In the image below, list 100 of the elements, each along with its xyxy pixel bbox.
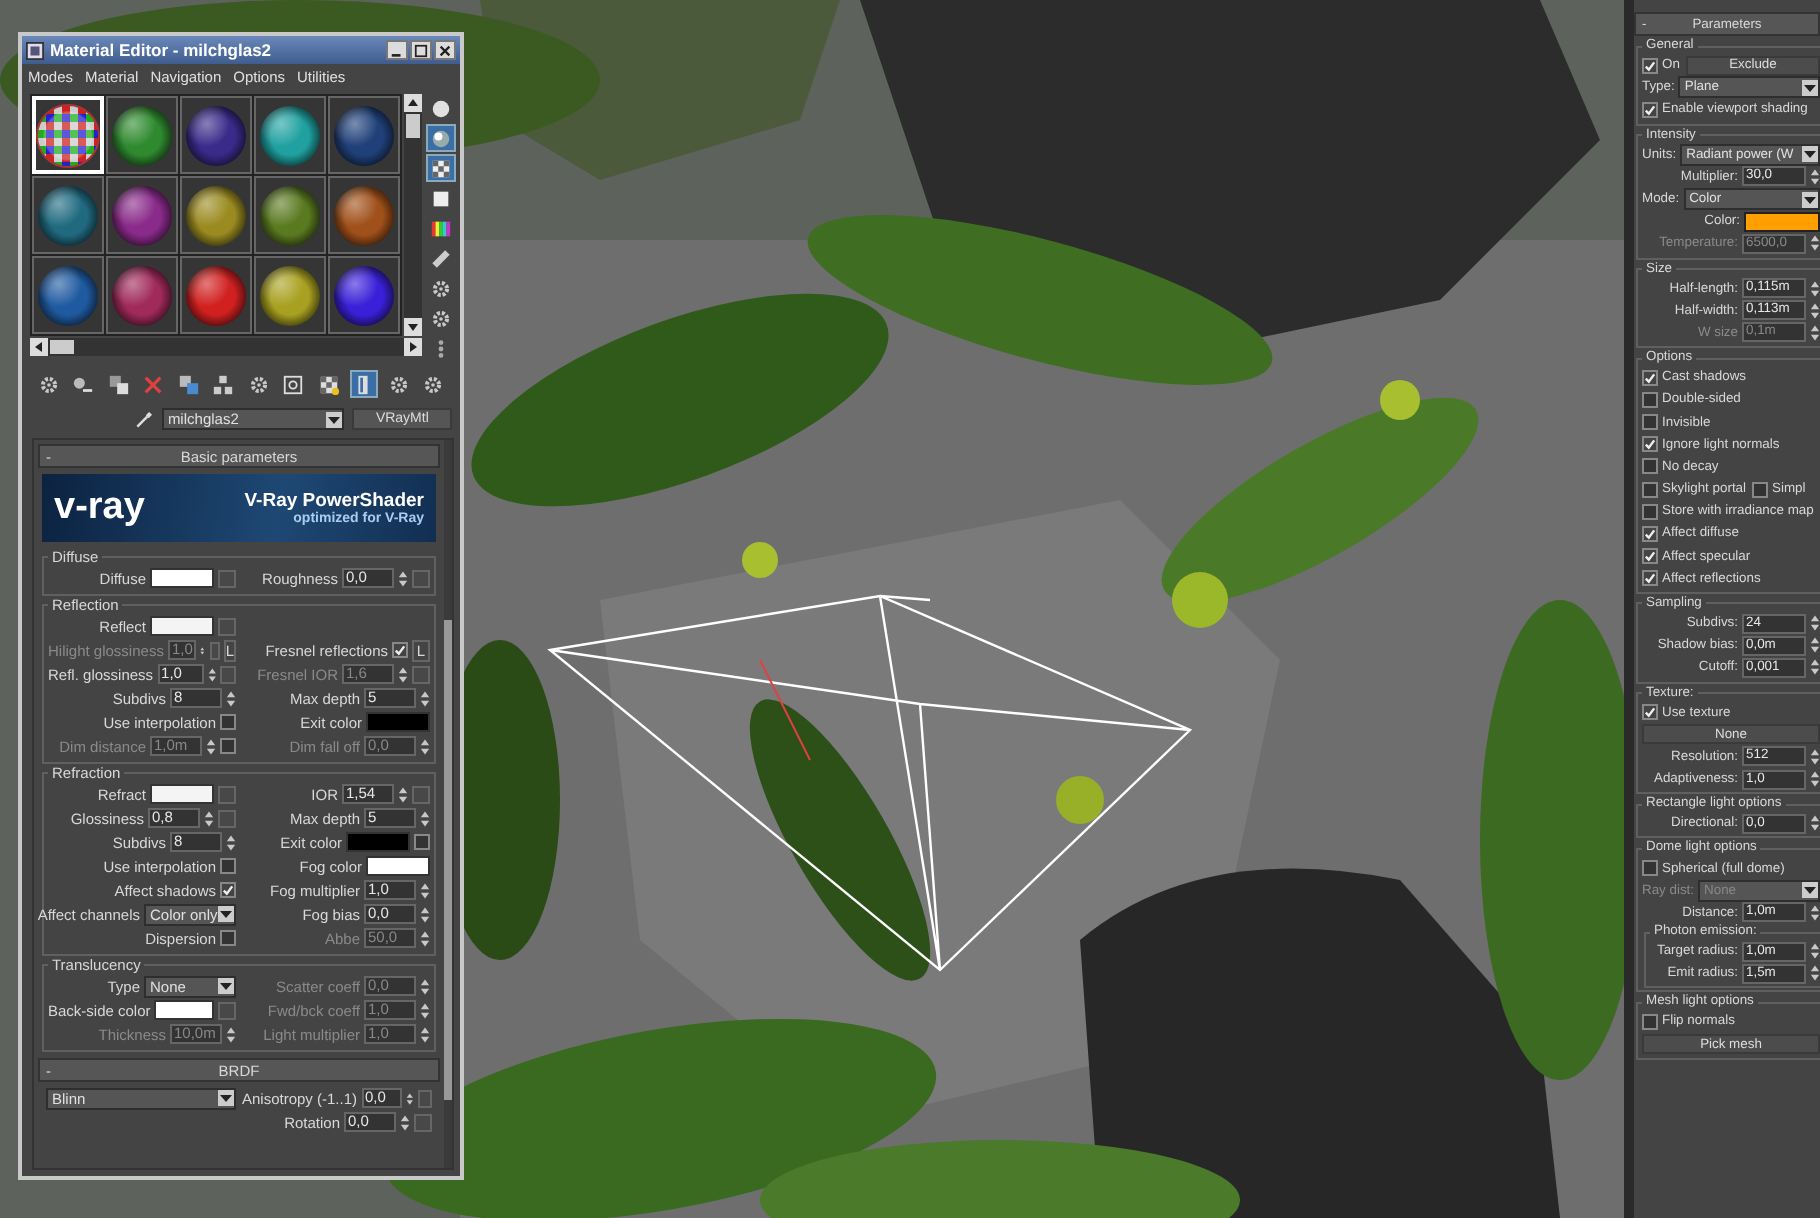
spinner-arrows-icon[interactable] bbox=[1810, 942, 1820, 961]
checkbox[interactable] bbox=[392, 642, 408, 658]
checkbox[interactable] bbox=[1642, 481, 1658, 498]
spinner-arrows-icon[interactable] bbox=[207, 665, 216, 683]
spinner-arrows-icon[interactable] bbox=[206, 737, 216, 755]
spinner-arrows-icon[interactable] bbox=[1810, 636, 1820, 655]
checkbox[interactable] bbox=[1642, 860, 1658, 877]
spinner-arrows-icon[interactable] bbox=[1810, 770, 1820, 789]
checkbox[interactable] bbox=[220, 882, 236, 898]
square-icon bbox=[430, 187, 452, 209]
spinner-arrows-icon[interactable] bbox=[420, 929, 430, 947]
spinner-arrows-icon[interactable] bbox=[1810, 234, 1820, 253]
checkbox[interactable] bbox=[1642, 391, 1658, 408]
checkbox[interactable] bbox=[220, 930, 236, 946]
cog-icon bbox=[430, 307, 452, 329]
scroll-left-icon[interactable] bbox=[30, 338, 48, 356]
eyedropper-icon[interactable] bbox=[134, 409, 154, 429]
scroll-thumb[interactable] bbox=[406, 114, 420, 138]
spinner-arrows-icon[interactable] bbox=[420, 881, 430, 899]
checkbox[interactable] bbox=[1642, 101, 1658, 118]
spinner-arrows-icon[interactable] bbox=[226, 1025, 236, 1043]
checkbox[interactable] bbox=[1642, 548, 1658, 565]
checkbox[interactable] bbox=[220, 714, 236, 730]
tool-button[interactable] bbox=[174, 370, 203, 398]
striped-bar-icon bbox=[430, 247, 452, 269]
spinner-arrows-icon[interactable] bbox=[1810, 747, 1820, 766]
spinner-arrows-icon[interactable] bbox=[1810, 903, 1820, 922]
cog-icon bbox=[422, 373, 445, 395]
color-swatch[interactable] bbox=[366, 712, 430, 732]
window-title: Material Editor - milchglas2 bbox=[50, 40, 274, 60]
spinner-arrows-icon[interactable] bbox=[406, 1089, 414, 1107]
maximize-icon bbox=[414, 43, 428, 57]
spinner-arrows-icon[interactable] bbox=[420, 689, 430, 707]
caret-icon bbox=[326, 411, 343, 427]
spinner-arrows-icon[interactable] bbox=[1810, 279, 1820, 298]
maximize-button[interactable] bbox=[410, 40, 432, 60]
banner-title: V-Ray PowerShader bbox=[244, 490, 424, 512]
scrollbar[interactable] bbox=[30, 338, 422, 356]
spinner-arrows-icon[interactable] bbox=[1810, 167, 1820, 186]
scroll-up-icon[interactable] bbox=[404, 94, 422, 112]
color-swatch[interactable] bbox=[366, 856, 430, 876]
color-swatch[interactable] bbox=[150, 784, 214, 804]
color-swatch[interactable] bbox=[346, 832, 410, 852]
spinner-arrows-icon[interactable] bbox=[1810, 323, 1820, 342]
checkbox[interactable] bbox=[414, 834, 430, 850]
scroll-thumb[interactable] bbox=[444, 620, 452, 1100]
color-swatch[interactable] bbox=[1744, 211, 1820, 232]
copy-icon bbox=[177, 373, 200, 395]
spinner-arrows-icon[interactable] bbox=[420, 1001, 430, 1019]
color-swatch[interactable] bbox=[154, 1000, 215, 1020]
checkbox[interactable] bbox=[1642, 704, 1658, 721]
spinner-arrows-icon[interactable] bbox=[420, 977, 430, 995]
checkbox[interactable] bbox=[1642, 57, 1658, 74]
spinner-arrows-icon[interactable] bbox=[226, 833, 236, 851]
checkbox[interactable] bbox=[1642, 503, 1658, 520]
spinner-arrows-icon[interactable] bbox=[398, 665, 408, 683]
tool-button[interactable] bbox=[349, 370, 378, 398]
color-bars-icon bbox=[430, 217, 452, 239]
color-swatch[interactable] bbox=[150, 568, 214, 588]
minimize-button[interactable] bbox=[386, 40, 408, 60]
checkbox[interactable] bbox=[1752, 481, 1769, 498]
checkbox[interactable] bbox=[1642, 1013, 1658, 1030]
spinner-arrows-icon[interactable] bbox=[398, 569, 408, 587]
spinner-arrows-icon[interactable] bbox=[420, 737, 430, 755]
tool-button[interactable] bbox=[426, 154, 456, 182]
sphere-icon bbox=[430, 127, 452, 149]
scroll-thumb[interactable] bbox=[50, 340, 74, 354]
caret-icon bbox=[218, 1090, 234, 1106]
close-button[interactable] bbox=[434, 40, 456, 60]
cog-icon bbox=[247, 373, 270, 395]
tool-button[interactable] bbox=[209, 370, 238, 398]
tool-button[interactable] bbox=[104, 370, 133, 398]
spinner-arrows-icon[interactable] bbox=[420, 809, 430, 827]
spinner-arrows-icon[interactable] bbox=[420, 1025, 430, 1043]
spinner-arrows-icon[interactable] bbox=[1810, 964, 1820, 983]
tool-button[interactable] bbox=[279, 370, 308, 398]
spinner-arrows-icon[interactable] bbox=[226, 689, 236, 707]
x-icon bbox=[142, 373, 165, 395]
scrollbar[interactable] bbox=[444, 440, 452, 1168]
scrollbar[interactable] bbox=[404, 94, 422, 336]
sphere-icon bbox=[430, 97, 452, 119]
checkbox[interactable] bbox=[1642, 570, 1658, 587]
spinner-arrows-icon[interactable] bbox=[420, 905, 430, 923]
spinner-arrows-icon[interactable] bbox=[400, 1113, 410, 1131]
spinner-arrows-icon[interactable] bbox=[1810, 614, 1820, 633]
spinner-arrows-icon[interactable] bbox=[1810, 814, 1820, 833]
spinner-arrows-icon[interactable] bbox=[1810, 301, 1820, 320]
checkbox[interactable] bbox=[1642, 369, 1658, 386]
checkbox[interactable] bbox=[1642, 436, 1658, 453]
scroll-down-icon[interactable] bbox=[404, 318, 422, 336]
color-swatch[interactable] bbox=[150, 616, 214, 636]
spinner-arrows-icon[interactable] bbox=[204, 809, 214, 827]
spinner-arrows-icon[interactable] bbox=[398, 785, 408, 803]
checkbox[interactable] bbox=[220, 858, 236, 874]
spinner-arrows-icon[interactable] bbox=[1810, 658, 1820, 677]
tool-button[interactable] bbox=[426, 124, 456, 152]
scroll-right-icon[interactable] bbox=[404, 338, 422, 356]
checkbox[interactable] bbox=[1642, 458, 1658, 475]
checkbox[interactable] bbox=[1642, 525, 1658, 542]
checkbox[interactable] bbox=[1642, 414, 1658, 431]
